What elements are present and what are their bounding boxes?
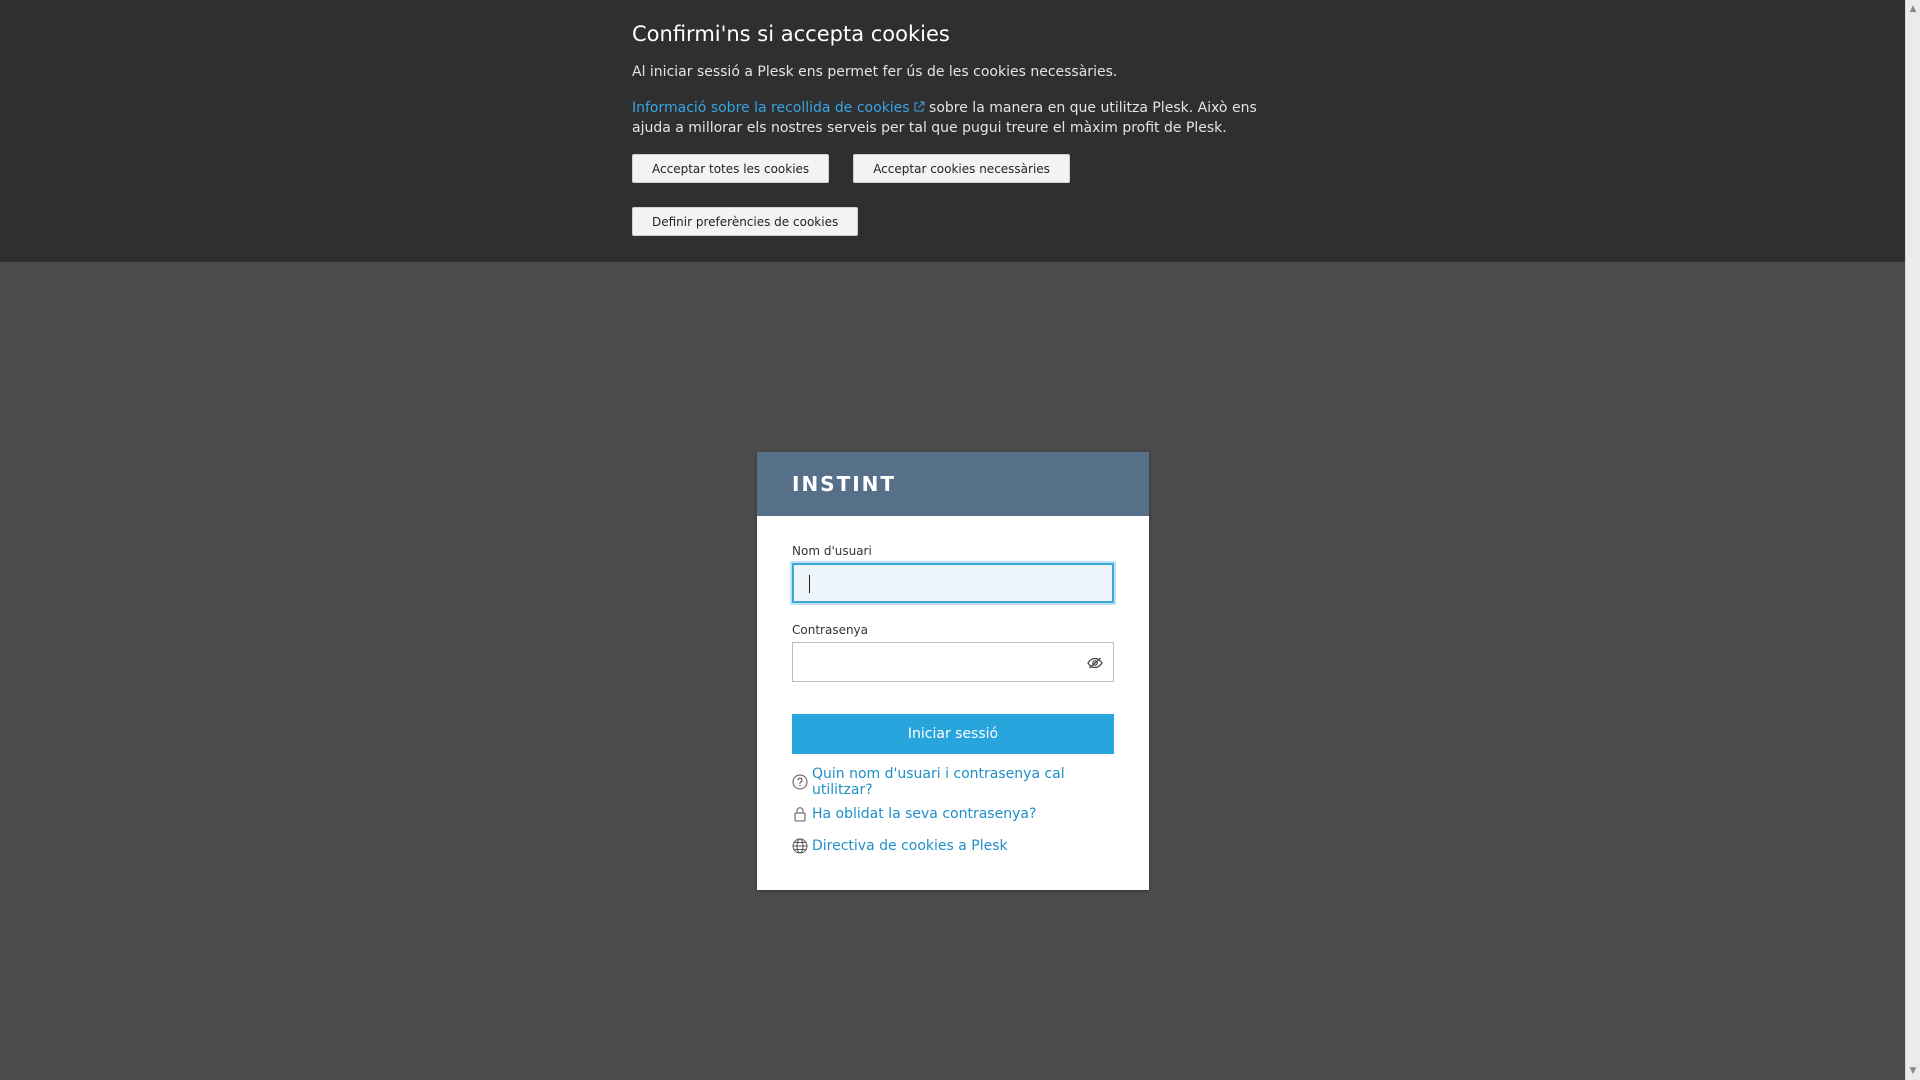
cookie-button-row: Acceptar totes les cookies Acceptar cook… — [632, 154, 1292, 183]
username-field: Nom d'usuari — [792, 544, 1114, 603]
accept-all-cookies-button[interactable]: Acceptar totes les cookies — [632, 154, 830, 183]
scroll-up-arrow-icon[interactable]: ▲ — [1906, 2, 1920, 16]
help-link-cookie-policy[interactable]: Directiva de cookies a Plesk — [792, 836, 1114, 856]
cookie-info-link[interactable]: Informació sobre la recollida de cookies — [632, 100, 925, 116]
help-links: Quin nom d'usuari i contrasenya cal util… — [792, 766, 1114, 856]
cookie-banner-info: Informació sobre la recollida de cookies… — [632, 98, 1292, 138]
password-input[interactable] — [792, 642, 1114, 682]
brand-logo: INSTINT — [792, 472, 897, 496]
login-card: INSTINT Nom d'usuari Contrasenya Iniciar… — [757, 452, 1149, 890]
accept-necessary-cookies-button[interactable]: Acceptar cookies necessàries — [853, 154, 1070, 183]
password-field: Contrasenya — [792, 623, 1114, 682]
login-card-header: INSTINT — [757, 452, 1149, 516]
help-link-forgot-password-label: Ha oblidat la seva contrasenya? — [812, 806, 1037, 822]
question-circle-icon — [792, 774, 808, 790]
help-link-credentials[interactable]: Quin nom d'usuari i contrasenya cal util… — [792, 766, 1114, 798]
username-label: Nom d'usuari — [792, 544, 872, 558]
password-label: Contrasenya — [792, 623, 869, 637]
cookie-banner-title: Confirmi'ns si accepta cookies — [632, 22, 950, 46]
scroll-down-arrow-icon[interactable]: ▼ — [1906, 1064, 1920, 1078]
show-password-toggle[interactable] — [1084, 652, 1106, 674]
eye-slash-icon — [1087, 657, 1103, 669]
text-cursor — [809, 575, 810, 593]
help-link-forgot-password[interactable]: Ha oblidat la seva contrasenya? — [792, 804, 1114, 824]
login-button[interactable]: Iniciar sessió — [792, 714, 1114, 754]
cookie-info-link-label: Informació sobre la recollida de cookies — [632, 100, 910, 116]
lock-icon — [794, 807, 806, 822]
login-form: Nom d'usuari Contrasenya Iniciar sessió — [757, 516, 1149, 856]
globe-icon — [792, 838, 808, 854]
cookie-banner-intro: Al iniciar sessió a Plesk ens permet fer… — [632, 64, 1118, 80]
cookie-banner: Confirmi'ns si accepta cookies Al inicia… — [0, 0, 1905, 262]
help-link-cookie-policy-label: Directiva de cookies a Plesk — [812, 838, 1008, 854]
external-link-icon — [914, 101, 925, 112]
help-link-credentials-label: Quin nom d'usuari i contrasenya cal util… — [812, 766, 1065, 798]
cookie-button-row-2: Definir preferències de cookies — [632, 207, 1292, 236]
cookie-banner-content: Confirmi'ns si accepta cookies Al inicia… — [632, 22, 1292, 260]
define-cookie-preferences-button[interactable]: Definir preferències de cookies — [632, 207, 859, 236]
page-scrollbar[interactable]: ▲ ▼ — [1905, 0, 1920, 1080]
username-input[interactable] — [792, 563, 1114, 603]
